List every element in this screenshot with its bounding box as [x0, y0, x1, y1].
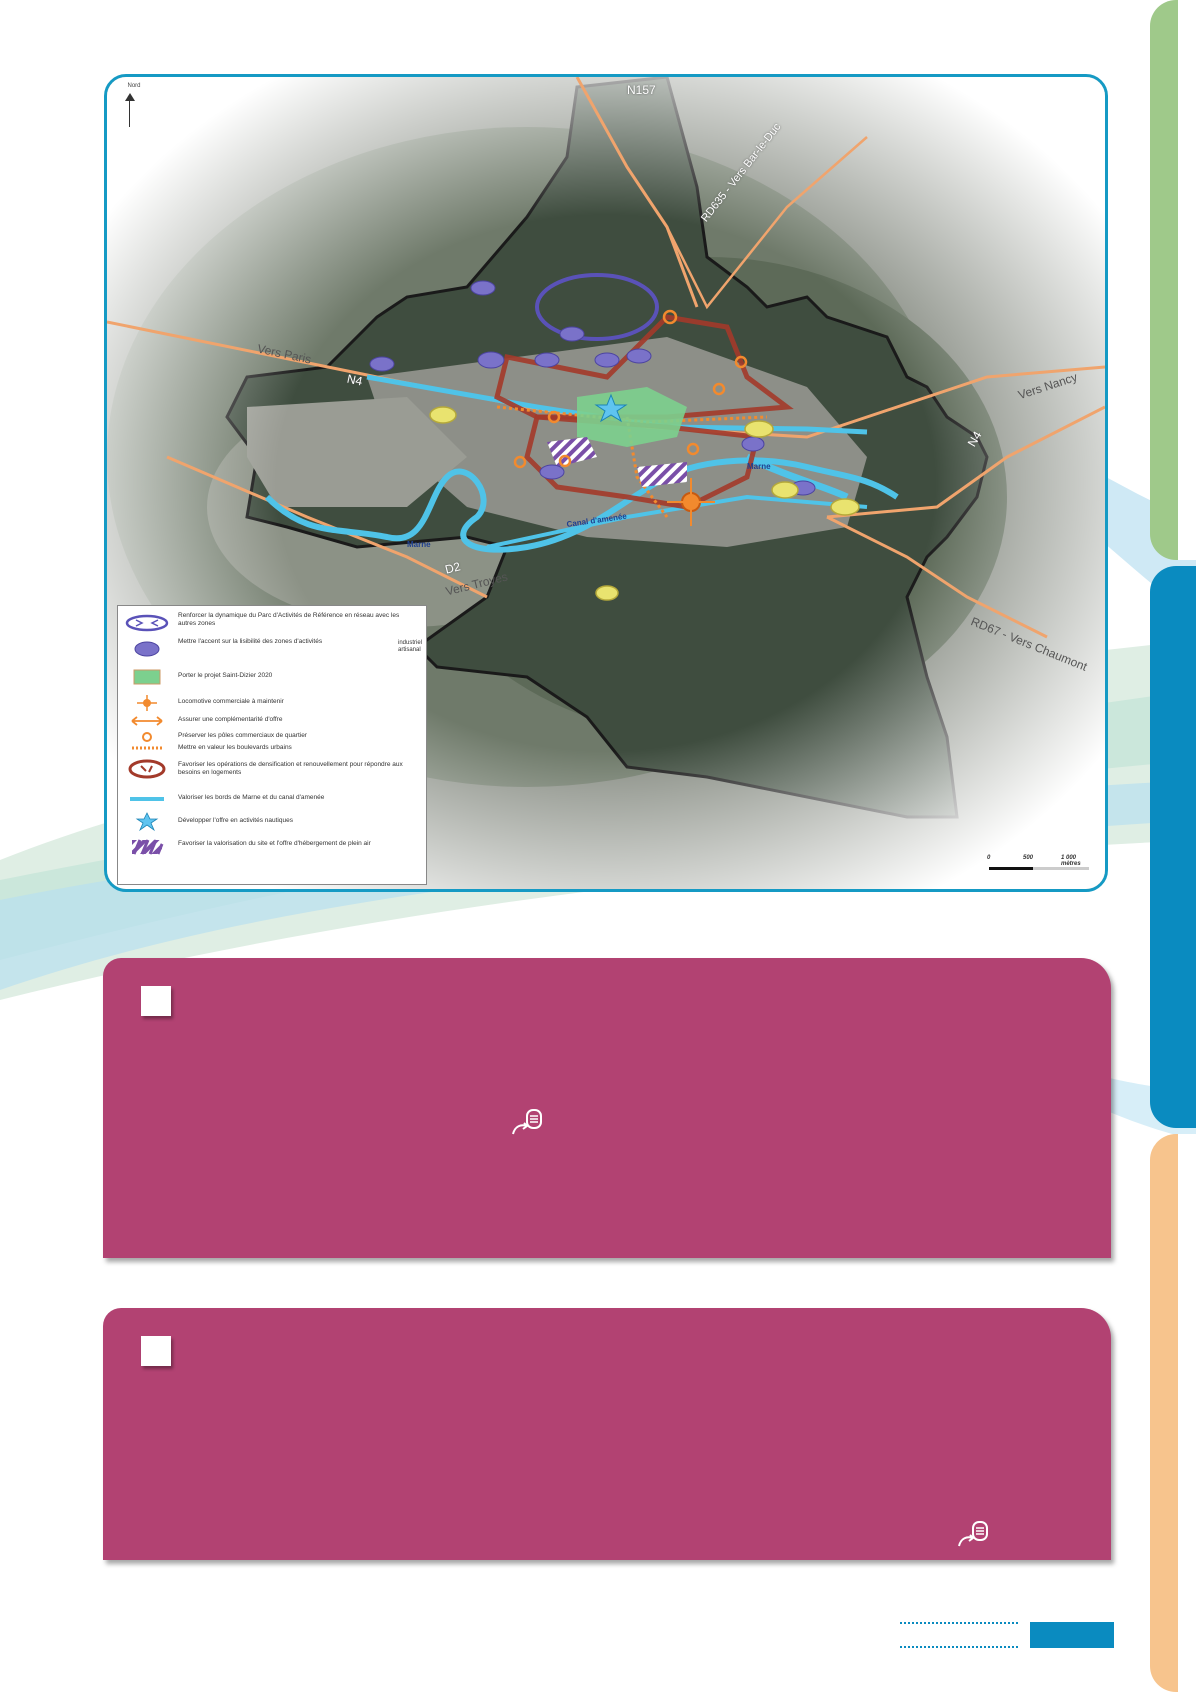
legend-text-boulevards: Mettre en valeur les boulevards urbains [178, 744, 292, 751]
legend-text-plein-air: Favoriser la valorisation du site et l'o… [178, 840, 371, 847]
double-arrow-icon [131, 716, 163, 726]
legend-text-parc: Renforcer la dynamique du Parc d'Activit… [178, 612, 400, 627]
content-panel-2 [103, 1308, 1111, 1560]
legend-text-locomotive: Locomotive commerciale à maintenir [178, 698, 284, 705]
legend-side-industriel: industriel artisanal [398, 640, 423, 653]
checkbox-1[interactable] [141, 986, 171, 1016]
map-legend: Renforcer la dynamique du Parc d'Activit… [117, 605, 427, 885]
dense-zone-icon [128, 759, 166, 779]
dotted-line-icon [132, 746, 162, 750]
content-panel-1 [103, 958, 1111, 1258]
legend-text-complementarite: Assurer une complémentarité d'offre [178, 716, 283, 723]
scale-mid: 500 [1023, 855, 1034, 861]
legend-text-marne: Valoriser les bords de Marne et du canal… [178, 794, 325, 801]
legend-text-densification: Favoriser les opérations de densificatio… [178, 761, 403, 776]
scale-zero: 0 [987, 855, 991, 861]
road-label-n157: N157 [627, 83, 656, 97]
star-icon [135, 812, 159, 832]
north-label: Nord [127, 83, 141, 89]
legend-text-lisibilite: Mettre l'accent sur la lisibilité des zo… [178, 638, 323, 645]
svg-text:Marne: Marne [747, 462, 771, 471]
park-ellipse-icon [125, 614, 169, 632]
blue-line-icon [130, 797, 164, 801]
section-tab-orange[interactable] [1150, 1134, 1196, 1692]
hatch-icon [132, 839, 164, 855]
map-frame: Marne Marne Canal d'amenée Nord N157 RD6… [104, 74, 1108, 892]
checkbox-2[interactable] [141, 1336, 171, 1366]
legend-text-nautique: Développer l'offre en activités nautique… [178, 817, 293, 824]
svg-text:Marne: Marne [407, 540, 431, 549]
document-link-icon[interactable] [955, 1518, 995, 1550]
footer-dotted-line [900, 1622, 1018, 1624]
footer-dotted-line [900, 1646, 1018, 1648]
green-rect-icon [133, 669, 161, 685]
section-tab-green[interactable] [1150, 0, 1196, 560]
page-number-box [1030, 1622, 1114, 1648]
legend-text-poles: Préserver les pôles commerciaux de quart… [178, 732, 307, 739]
purple-ellipse-icon [134, 641, 160, 657]
scale-end: 1 000 mètres [1061, 855, 1081, 867]
document-link-icon[interactable] [509, 1106, 549, 1138]
map-scale: 0 500 1 000 mètres [983, 855, 1093, 879]
north-arrow-icon [125, 93, 135, 101]
section-tab-blue[interactable] [1150, 566, 1196, 1128]
road-label-n4-west: N4 [345, 371, 364, 389]
legend-text-saint-dizier: Porter le projet Saint-Dizier 2020 [178, 672, 273, 679]
